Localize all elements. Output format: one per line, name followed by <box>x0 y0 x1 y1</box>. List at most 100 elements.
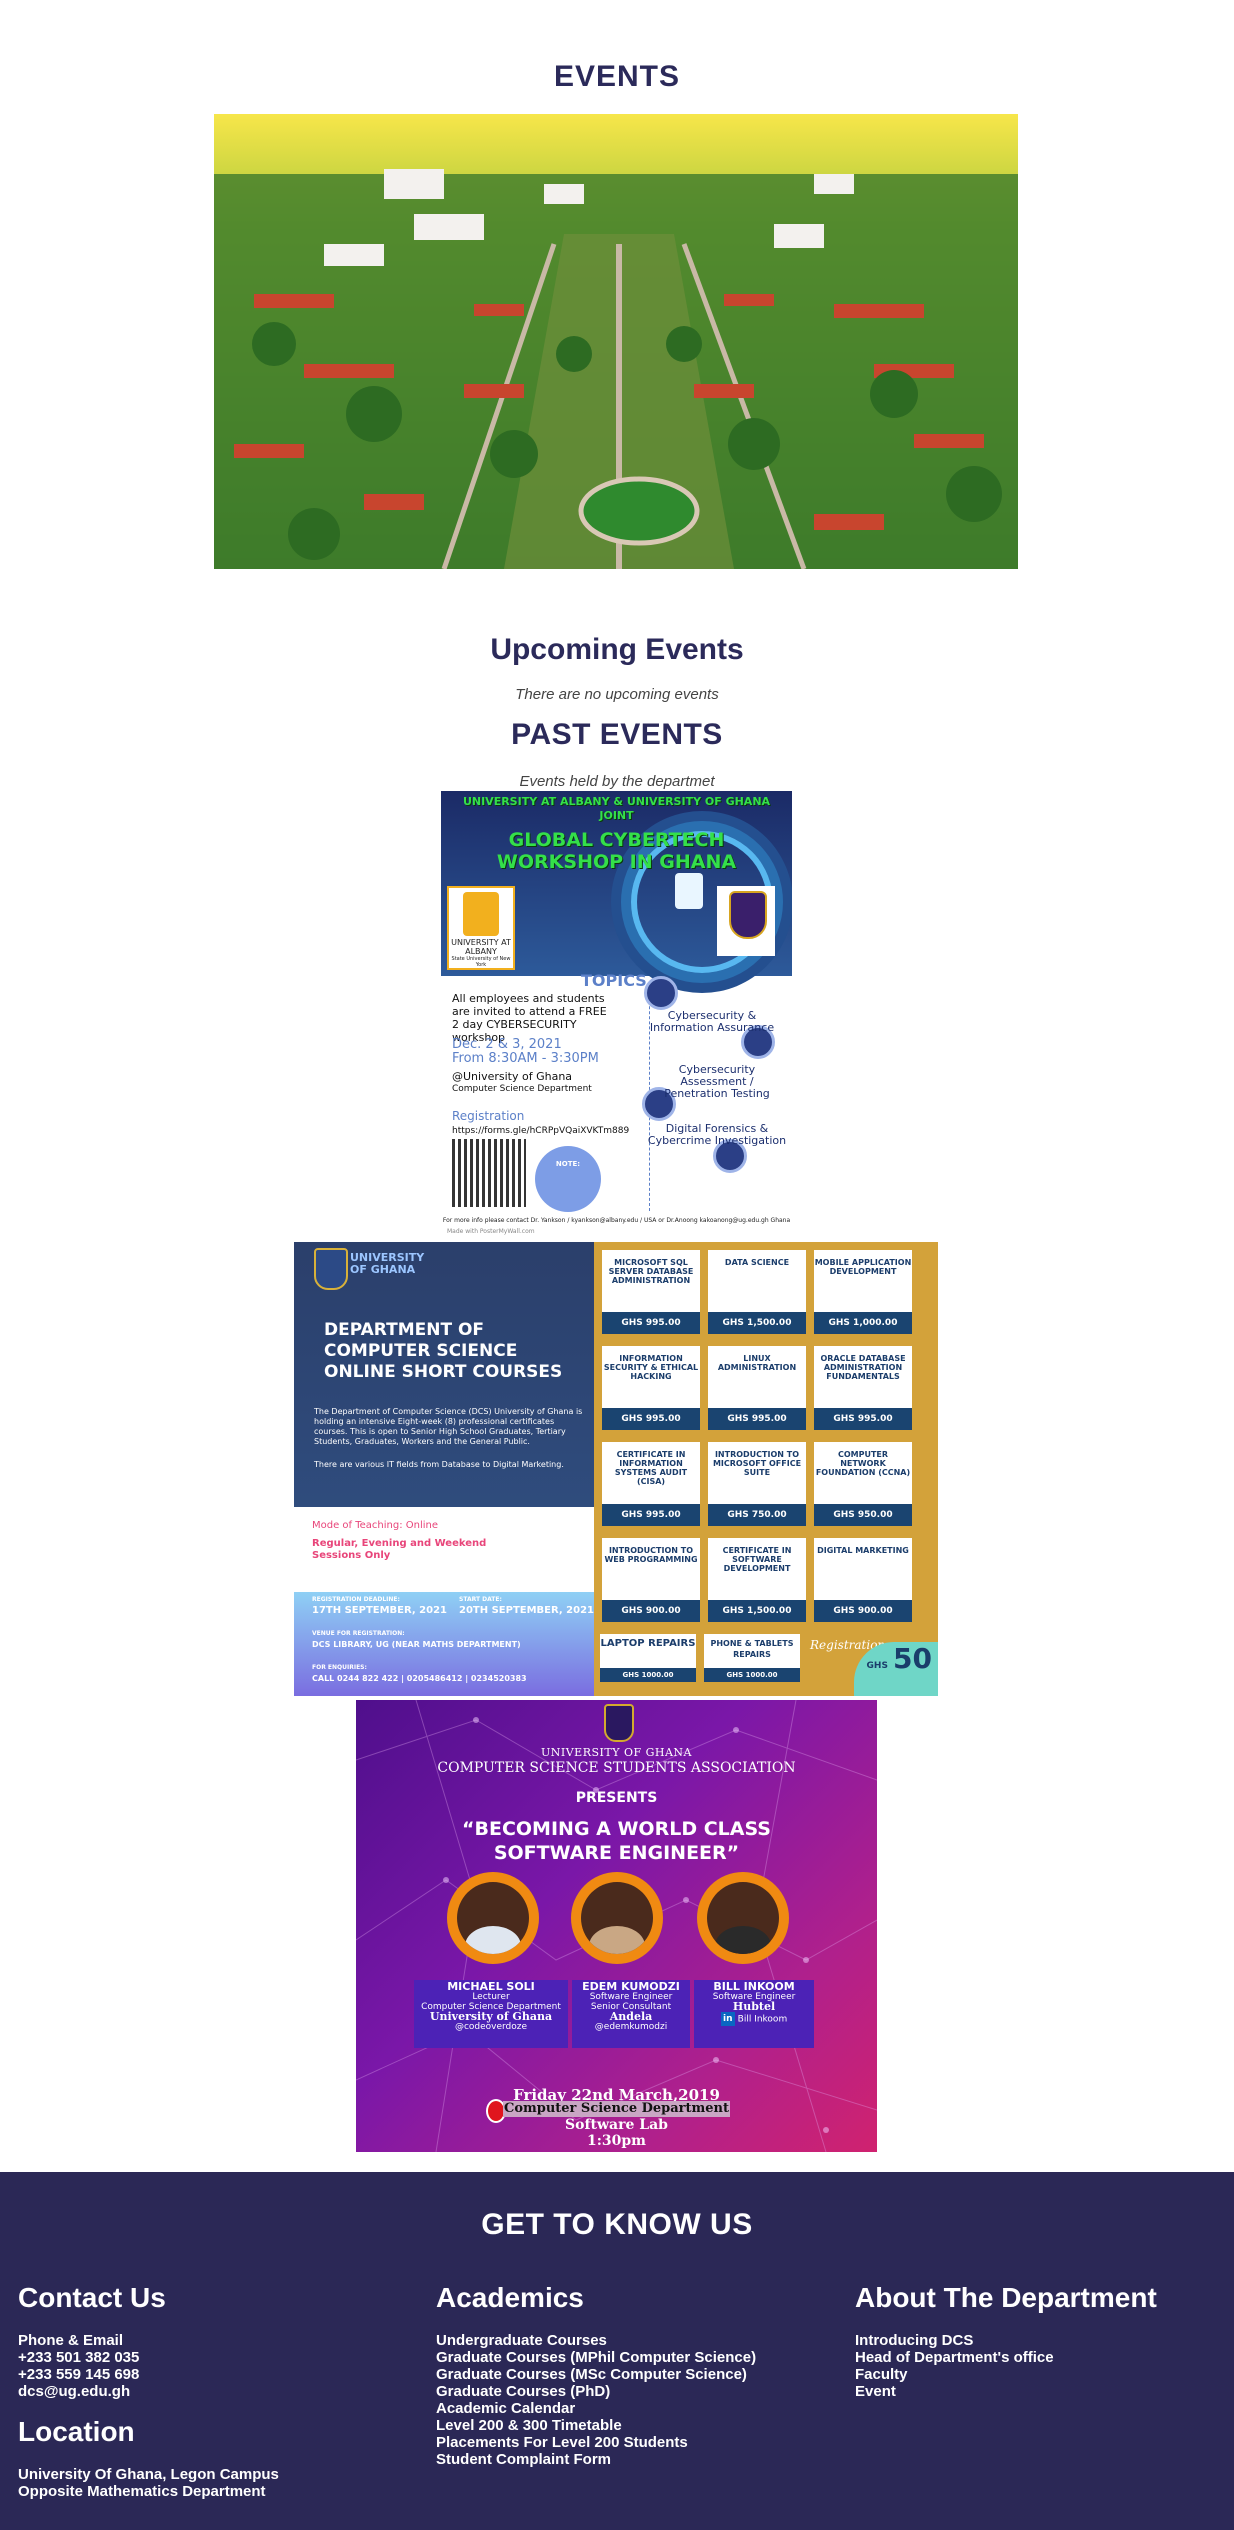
speaker-handle: @codeoverdoze <box>454 2022 528 2032</box>
deadline-value: 17TH SEPTEMBER, 2021 <box>312 1605 448 1616</box>
about-link[interactable]: Introducing DCS <box>855 2332 1234 2349</box>
start-date-label: START DATE: <box>459 1596 502 1603</box>
academics-link[interactable]: Graduate Courses (PhD) <box>436 2383 816 2400</box>
courses-title-line-2: COMPUTER SCIENCE <box>324 1341 518 1361</box>
location-heading: Location <box>18 2416 135 2447</box>
flyer-line-1: UNIVERSITY AT ALBANY & UNIVERSITY OF GHA… <box>462 795 771 808</box>
course-price: GHS 1,500.00 <box>708 1600 806 1622</box>
speaker-org: Andela <box>609 2010 653 2023</box>
academics-link[interactable]: Placements For Level 200 Students <box>436 2434 816 2451</box>
about-link[interactable]: Faculty <box>855 2366 1234 2383</box>
speaker-photo <box>697 1872 789 1964</box>
cybertech-workshop-flyer: UNIVERSITY AT ALBANY & UNIVERSITY OF GHA… <box>441 791 792 1237</box>
course-card: ORACLE DATABASE ADMINISTRATION FUNDAMENT… <box>814 1346 912 1430</box>
course-name: CERTIFICATE IN SOFTWARE DEVELOPMENT <box>722 1546 792 1573</box>
academics-link[interactable]: Level 200 & 300 Timetable <box>436 2417 816 2434</box>
course-price: GHS 950.00 <box>814 1504 912 1526</box>
course-price: GHS 750.00 <box>708 1504 806 1526</box>
repair-price: GHS 1000.00 <box>600 1668 696 1682</box>
courses-description: The Department of Computer Science (DCS)… <box>314 1407 583 1446</box>
course-name: INTRODUCTION TO MICROSOFT OFFICE SUITE <box>712 1450 802 1477</box>
academics-link[interactable]: Student Complaint Form <box>436 2451 816 2468</box>
workshop-contact: For more info please contact Dr. Yankson… <box>442 1217 791 1224</box>
speaker-social: in Bill Inkoom <box>694 2012 814 2026</box>
speaker-handle: @edemkumodzi <box>594 2022 668 2032</box>
ug-name: UNIVERSITY OF GHANA <box>350 1251 425 1276</box>
ug-crest-icon <box>604 1704 634 1742</box>
past-events-subtitle: Events held by the departmet <box>519 773 715 790</box>
course-price: GHS 900.00 <box>814 1600 912 1622</box>
talk-presents: PRESENTS <box>575 1790 658 1806</box>
flyer-line-4: WORKSHOP IN GHANA <box>496 851 737 873</box>
lock-icon <box>675 873 703 909</box>
speaker-card: BILL INKOOM Software Engineer Hubtel in … <box>694 1980 814 2048</box>
courses-grid: MICROSOFT SQL SERVER DATABASE ADMINISTRA… <box>594 1242 938 1696</box>
contact-phone[interactable]: +233 559 145 698 <box>18 2366 398 2383</box>
academics-link[interactable]: Undergraduate Courses <box>436 2332 816 2349</box>
registration-fee-value: 50 <box>893 1642 932 1675</box>
albany-logo-text: UNIVERSITY AT ALBANY <box>451 938 511 956</box>
topic-3: Digital Forensics & Cybercrime Investiga… <box>647 1122 787 1147</box>
short-courses-flyer: UNIVERSITY OF GHANA DEPARTMENT OF COMPUT… <box>294 1242 938 1696</box>
contact-email[interactable]: dcs@ug.edu.gh <box>18 2383 398 2400</box>
topic-1: Cybersecurity & Information Assurance <box>649 1009 775 1034</box>
course-name: DATA SCIENCE <box>724 1258 790 1267</box>
enquiries-block: FOR ENQUIRIES: CALL 0244 822 422 | 02054… <box>312 1662 527 1684</box>
upcoming-empty-message: There are no upcoming events <box>515 686 719 703</box>
course-name: COMPUTER NETWORK FOUNDATION (CCNA) <box>815 1450 911 1477</box>
repair-price: GHS 1000.00 <box>704 1668 800 1682</box>
speaker-name: BILL INKOOM <box>713 1980 795 1993</box>
sessions-line-2: Sessions Only <box>312 1550 391 1561</box>
course-card: DATA SCIENCE GHS 1,500.00 <box>708 1250 806 1334</box>
location-line: University Of Ghana, Legon Campus <box>18 2466 279 2483</box>
course-name: DIGITAL MARKETING <box>817 1546 909 1555</box>
academics-heading: Academics <box>436 2282 584 2313</box>
talk-ug-name: UNIVERSITY OF GHANA <box>540 1746 692 1759</box>
academics-link[interactable]: Academic Calendar <box>436 2400 816 2417</box>
course-card: MICROSOFT SQL SERVER DATABASE ADMINISTRA… <box>602 1250 700 1334</box>
footer-about-column: About The Department Introducing DCS Hea… <box>855 2282 1234 2400</box>
about-link[interactable]: Head of Department's office <box>855 2349 1234 2366</box>
repair-name: LAPTOP REPAIRS <box>600 1638 696 1649</box>
speaker-role: Software Engineer <box>589 1992 673 2002</box>
courses-title-line-1: DEPARTMENT OF <box>324 1320 485 1340</box>
academics-link[interactable]: Graduate Courses (MPhil Computer Science… <box>436 2349 816 2366</box>
course-price: GHS 1,000.00 <box>814 1312 912 1334</box>
about-link[interactable]: Event <box>855 2383 1234 2400</box>
speaker-role: Lecturer <box>472 1992 510 2002</box>
campus-aerial-image <box>214 114 1018 569</box>
course-name: LINUX ADMINISTRATION <box>717 1354 797 1372</box>
courses-title-line-3: ONLINE SHORT COURSES <box>324 1362 563 1382</box>
contact-heading: Contact Us <box>18 2282 166 2313</box>
course-card: CERTIFICATE IN SOFTWARE DEVELOPMENT GHS 1… <box>708 1538 806 1622</box>
ug-logo <box>717 886 775 956</box>
course-price: GHS 995.00 <box>602 1504 700 1526</box>
page-title: EVENTS <box>553 60 681 93</box>
course-card: LINUX ADMINISTRATION GHS 995.00 <box>708 1346 806 1430</box>
speaker-photo <box>447 1872 539 1964</box>
topic-bullet-icon <box>644 976 678 1010</box>
course-name: CERTIFICATE IN INFORMATION SYSTEMS AUDIT… <box>614 1450 688 1486</box>
course-price: GHS 995.00 <box>602 1408 700 1430</box>
linkedin-icon: in <box>720 2012 735 2026</box>
about-heading: About The Department <box>855 2282 1157 2313</box>
registration-label: Registration <box>452 1109 525 1123</box>
talk-title-line-2: SOFTWARE ENGINEER” <box>493 1842 740 1864</box>
workshop-venue-line-1: @University of Ghana <box>452 1070 573 1083</box>
course-price: GHS 1,500.00 <box>708 1312 806 1334</box>
sessions-text: Regular, Evening and Weekend Sessions On… <box>312 1538 486 1562</box>
speaker-org: University of Ghana <box>429 2010 553 2023</box>
deadline-block: REGISTRATION DEADLINE: 17TH SEPTEMBER, 2… <box>312 1594 447 1616</box>
topic-2: Cybersecurity Assessment / Penetration T… <box>664 1063 770 1100</box>
academics-link[interactable]: Graduate Courses (MSc Computer Science) <box>436 2366 816 2383</box>
contact-phone[interactable]: +233 501 382 035 <box>18 2349 398 2366</box>
talk-association: COMPUTER SCIENCE STUDENTS ASSOCIATION <box>437 1760 796 1776</box>
location-line: Opposite Mathematics Department <box>18 2483 266 2500</box>
footer-title: GET TO KNOW US <box>481 2208 753 2241</box>
repair-name: PHONE & TABLETS REPAIRS <box>710 1639 794 1659</box>
course-price: GHS 900.00 <box>602 1600 700 1622</box>
site-footer: GET TO KNOW US Contact Us Phone & Email … <box>0 2172 1234 2530</box>
course-name: INTRODUCTION TO WEB PROGRAMMING <box>604 1546 698 1564</box>
footer-contact-column: Contact Us Phone & Email +233 501 382 03… <box>18 2282 398 2500</box>
talk-venue: Computer Science Department <box>503 2101 730 2117</box>
